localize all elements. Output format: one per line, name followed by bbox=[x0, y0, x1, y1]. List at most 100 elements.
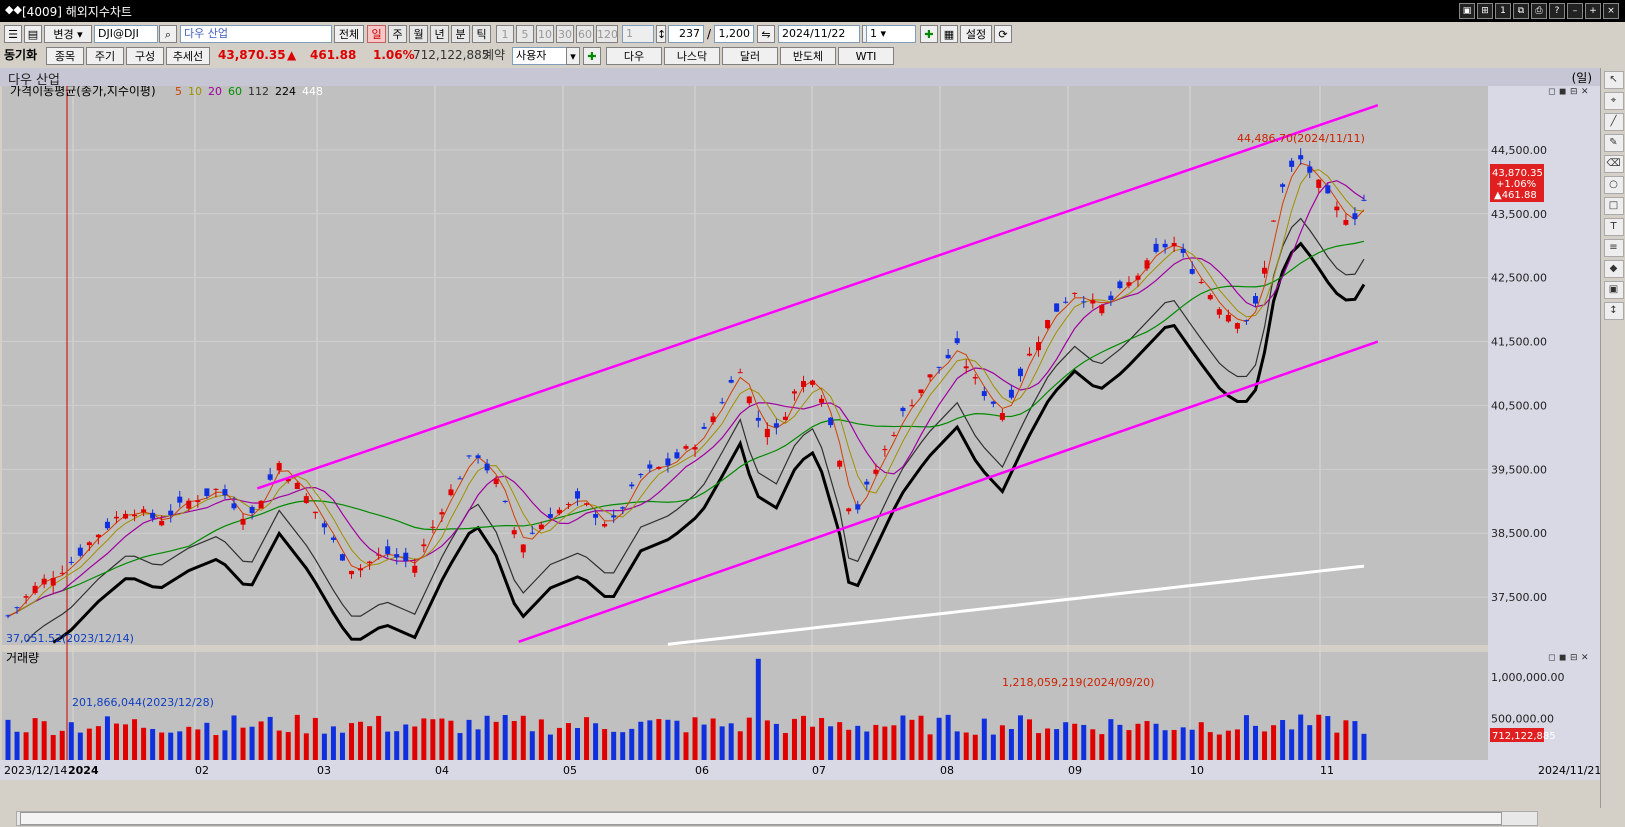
y-tick-label: 39,500.00 bbox=[1491, 463, 1547, 476]
num1-icon[interactable]: 1 bbox=[1495, 3, 1511, 19]
minute-30-button[interactable]: 30 bbox=[556, 25, 574, 43]
minute-60-button[interactable]: 60 bbox=[576, 25, 594, 43]
candle bbox=[339, 554, 345, 561]
minimize-icon[interactable]: – bbox=[1567, 3, 1583, 19]
symbol-code-input[interactable]: DJI@DJI bbox=[94, 25, 158, 43]
volume-bar bbox=[1144, 721, 1150, 760]
text-icon[interactable]: T bbox=[1603, 218, 1624, 236]
line-icon[interactable]: ╱ bbox=[1603, 113, 1624, 131]
settings-button[interactable]: 설정 bbox=[960, 25, 992, 43]
volume-bar bbox=[1343, 720, 1349, 760]
volume-bar bbox=[1045, 728, 1051, 760]
minute-120-button[interactable]: 120 bbox=[596, 25, 618, 43]
compare-nasdaq-button[interactable]: 나스닥 bbox=[664, 47, 720, 65]
item-button[interactable]: 종목 bbox=[46, 47, 84, 65]
chart-scrollbar[interactable] bbox=[0, 808, 1600, 827]
scroll-thumb[interactable] bbox=[20, 812, 1502, 825]
candle bbox=[448, 489, 454, 496]
all-button[interactable]: 전체 bbox=[334, 25, 364, 43]
cursor-icon[interactable]: ⌖ bbox=[1603, 92, 1624, 110]
measure-icon[interactable]: ↕ bbox=[1603, 302, 1624, 320]
compare-dollar-button[interactable]: 달러 bbox=[722, 47, 778, 65]
volume-bar bbox=[1108, 719, 1114, 760]
volume-bar bbox=[77, 732, 83, 760]
period-year-tab[interactable]: 년 bbox=[430, 25, 449, 43]
volume-bar bbox=[32, 718, 38, 760]
period-day-tab[interactable]: 일 bbox=[367, 25, 386, 43]
count-max-input[interactable]: 1,200 bbox=[714, 25, 754, 43]
help-icon[interactable]: ? bbox=[1549, 3, 1565, 19]
count-input[interactable]: 237 bbox=[668, 25, 704, 43]
volume-bar bbox=[1081, 724, 1087, 760]
volume-bar bbox=[764, 720, 770, 760]
candle bbox=[710, 416, 716, 423]
volume-bar bbox=[1198, 722, 1204, 760]
badge-pct: +1.06% bbox=[1496, 179, 1536, 190]
volume-bar bbox=[59, 730, 65, 760]
volume-bar bbox=[520, 715, 526, 760]
user-select-dropdown-icon[interactable]: ▾ bbox=[566, 47, 580, 65]
pen-icon[interactable]: ✎ bbox=[1603, 134, 1624, 152]
period-minute-tab[interactable]: 분 bbox=[451, 25, 470, 43]
fib-icon[interactable]: ≡ bbox=[1603, 239, 1624, 257]
search-icon[interactable]: ⌕ bbox=[159, 25, 177, 43]
candle bbox=[1207, 295, 1213, 300]
date-input[interactable]: 2024/11/22 bbox=[778, 25, 860, 43]
volume-bar bbox=[367, 726, 373, 760]
minute-5-button[interactable]: 5 bbox=[516, 25, 534, 43]
period-week-tab[interactable]: 주 bbox=[388, 25, 407, 43]
trendline-button[interactable]: 추세선 bbox=[166, 47, 210, 65]
compare-wti-button[interactable]: WTI bbox=[838, 47, 894, 65]
app-logo-icon: ◆◆ bbox=[5, 3, 22, 16]
add-compare-icon[interactable]: ✚ bbox=[583, 47, 601, 65]
add-icon[interactable]: ✚ bbox=[920, 25, 938, 43]
layout-grid-icon[interactable]: ▦ bbox=[940, 25, 958, 43]
candle bbox=[764, 428, 770, 438]
split-icon[interactable]: ⧉ bbox=[1513, 3, 1529, 19]
symbol-name-field[interactable]: 다우 산업 bbox=[180, 25, 332, 43]
price-chart[interactable]: 44,500.00 43,500.00 42,500.00 41,500.00 40,5… bbox=[0, 86, 1600, 808]
candle bbox=[620, 507, 626, 509]
layout-icon[interactable]: ▣ bbox=[1459, 3, 1475, 19]
maximize-icon[interactable]: + bbox=[1585, 3, 1601, 19]
minute-input[interactable]: 1 bbox=[622, 25, 654, 43]
print-icon[interactable]: ⎙ bbox=[1531, 3, 1547, 19]
x-tick-label: 2024 bbox=[68, 764, 99, 777]
spin-icon[interactable]: ↕ bbox=[656, 25, 666, 43]
menu-icon[interactable]: ☰ bbox=[4, 25, 22, 43]
compare-semiconductor-button[interactable]: 반도체 bbox=[780, 47, 836, 65]
rectangle-icon[interactable]: □ bbox=[1603, 197, 1624, 215]
refresh-icon[interactable]: ⟳ bbox=[994, 25, 1012, 43]
candle bbox=[14, 607, 20, 609]
eraser-icon[interactable]: ⌫ bbox=[1603, 155, 1624, 173]
image-icon[interactable]: ▣ bbox=[1603, 281, 1624, 299]
close-icon[interactable]: × bbox=[1603, 3, 1619, 19]
marker-icon[interactable]: ◆ bbox=[1603, 260, 1624, 278]
candle bbox=[927, 374, 933, 378]
zoom-icon[interactable]: ⇋ bbox=[757, 25, 775, 43]
minute-1-button[interactable]: 1 bbox=[496, 25, 514, 43]
candle bbox=[1054, 303, 1060, 312]
pin-icon[interactable]: ⊞ bbox=[1477, 3, 1493, 19]
ellipse-icon[interactable]: ○ bbox=[1603, 176, 1624, 194]
pane-control-icon: ◼ bbox=[1559, 87, 1566, 97]
candle bbox=[1189, 269, 1195, 274]
cycle-button[interactable]: 주기 bbox=[86, 47, 124, 65]
volume-bar bbox=[312, 717, 318, 760]
candle bbox=[394, 554, 400, 558]
period-month-tab[interactable]: 월 bbox=[409, 25, 428, 43]
compare-dow-button[interactable]: 다우 bbox=[606, 47, 662, 65]
pointer-icon[interactable]: ↖ bbox=[1603, 71, 1624, 89]
volume-bar bbox=[1298, 714, 1304, 760]
change-button[interactable]: 변경 ▾ bbox=[44, 25, 92, 43]
config-button[interactable]: 구성 bbox=[126, 47, 164, 65]
volume-bar bbox=[593, 723, 599, 760]
candle bbox=[891, 434, 897, 436]
chart-count-select[interactable]: 1 ▾ bbox=[866, 25, 916, 43]
candle bbox=[240, 518, 246, 525]
period-tick-tab[interactable]: 틱 bbox=[472, 25, 491, 43]
minute-10-button[interactable]: 10 bbox=[536, 25, 554, 43]
save-icon[interactable]: ▤ bbox=[24, 25, 42, 43]
candle bbox=[249, 506, 255, 514]
candle bbox=[819, 398, 825, 403]
